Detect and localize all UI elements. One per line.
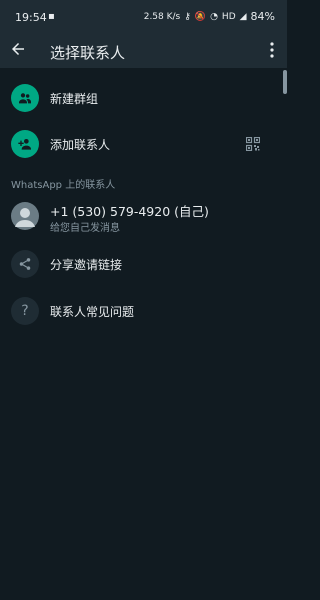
contact-status: 给您自己发消息 bbox=[50, 223, 120, 234]
group-icon bbox=[19, 93, 31, 104]
share-invite-label: 分享邀请链接 bbox=[50, 258, 123, 272]
status-bar: 19:54 ▪ 2.58 K/s ⚷ 🔕 ◔ HD ◢ 84% bbox=[0, 0, 287, 34]
add-person-icon bbox=[18, 139, 31, 150]
more-options-icon[interactable] bbox=[269, 42, 275, 58]
add-contact-avatar bbox=[11, 130, 39, 158]
contact-row-self[interactable]: +1 (530) 579-4920 (自己) 给您自己发消息 bbox=[0, 194, 287, 238]
new-group-avatar bbox=[11, 84, 39, 112]
status-icons: 2.58 K/s ⚷ 🔕 ◔ HD ◢ 84% bbox=[144, 10, 275, 23]
status-time: 19:54 bbox=[15, 11, 47, 24]
vpn-key-icon: ⚷ bbox=[184, 11, 191, 22]
question-icon: ? bbox=[21, 303, 29, 319]
page-title: 选择联系人 bbox=[50, 44, 126, 62]
faq-avatar: ? bbox=[11, 297, 39, 325]
section-header: WhatsApp 上的联系人 bbox=[11, 180, 116, 191]
hd-label: HD bbox=[221, 11, 236, 22]
add-contact-label: 添加联系人 bbox=[50, 138, 111, 152]
qr-code-icon[interactable] bbox=[246, 137, 260, 151]
app-bar: 选择联系人 bbox=[0, 34, 287, 68]
new-group-row[interactable]: 新建群组 bbox=[0, 76, 287, 120]
contact-name: +1 (530) 579-4920 (自己) bbox=[50, 204, 209, 219]
person-icon bbox=[15, 208, 35, 227]
wifi-icon: ◔ bbox=[210, 11, 218, 22]
contact-faq-label: 联系人常见问题 bbox=[50, 305, 135, 319]
back-arrow-icon[interactable] bbox=[9, 40, 27, 58]
share-avatar bbox=[11, 250, 39, 278]
contact-faq-row[interactable]: ? 联系人常见问题 bbox=[0, 289, 287, 333]
add-contact-row[interactable]: 添加联系人 bbox=[0, 122, 287, 166]
new-group-label: 新建群组 bbox=[50, 92, 99, 106]
share-invite-row[interactable]: 分享邀请链接 bbox=[0, 242, 287, 286]
mute-icon: 🔕 bbox=[194, 11, 207, 22]
contact-avatar bbox=[11, 202, 39, 230]
battery-level: 84% bbox=[250, 10, 275, 23]
share-icon bbox=[19, 258, 31, 270]
signal-icon: ◢ bbox=[239, 11, 247, 22]
network-speed: 2.58 K/s bbox=[143, 11, 181, 22]
notification-icon: ▪ bbox=[48, 11, 55, 22]
